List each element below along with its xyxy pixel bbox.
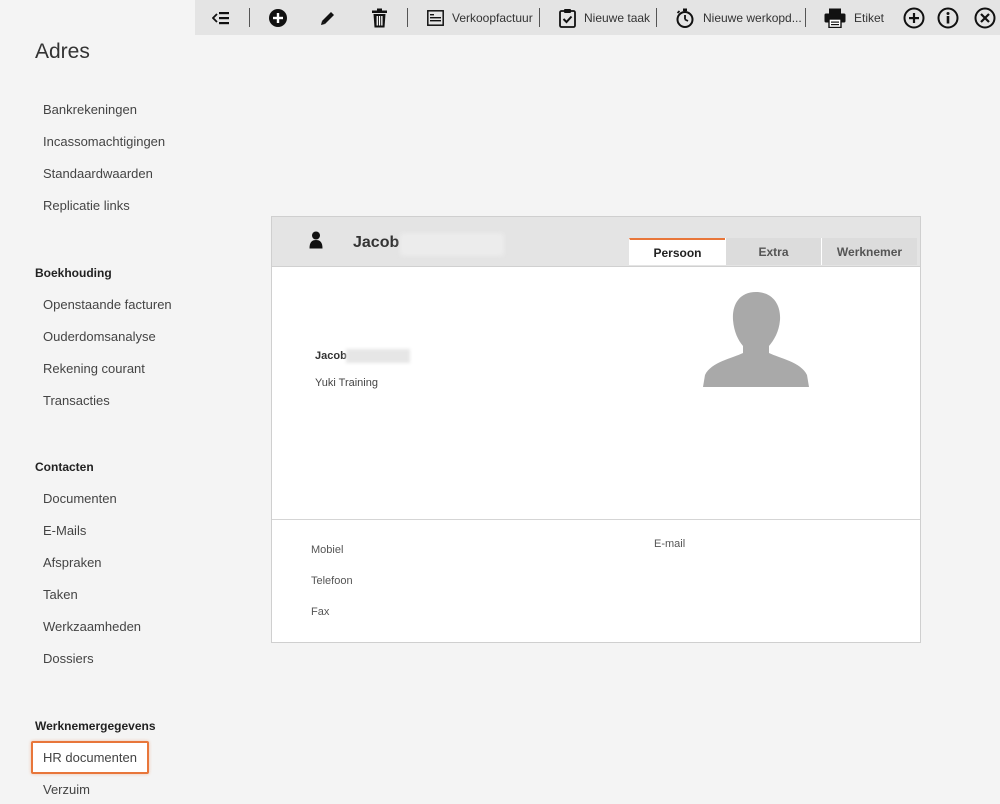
toolbar-separator (249, 8, 250, 27)
sidebar-item-standaardwaarden[interactable]: Standaardwaarden (43, 166, 153, 181)
toolbar-separator (539, 8, 540, 27)
company-name: Yuki Training (315, 377, 378, 389)
sidebar-item-openstaande-facturen[interactable]: Openstaande facturen (43, 297, 172, 312)
sidebar-heading-werknemergegevens: Werknemergegevens (35, 719, 156, 733)
sidebar-item-ouderdomsanalyse[interactable]: Ouderdomsanalyse (43, 329, 156, 344)
sidebar-item-hr-documenten[interactable]: HR documenten (43, 750, 137, 765)
edit-button[interactable] (319, 0, 337, 35)
toolbar: Verkoopfactuur Nieuwe taak Nieuwe werkop… (195, 0, 1000, 35)
sidebar-heading-boekhouding: Boekhouding (35, 266, 112, 280)
sidebar-item-rekening-courant[interactable]: Rekening courant (43, 361, 145, 376)
toolbar-separator (656, 8, 657, 27)
stopwatch-icon (676, 8, 694, 28)
info-icon (937, 7, 959, 28)
toolbar-separator (805, 8, 806, 27)
tab-extra[interactable]: Extra (725, 238, 821, 265)
sidebar-item-werkzaamheden[interactable]: Werkzaamheden (43, 619, 141, 634)
tab-persoon[interactable]: Persoon (629, 238, 725, 265)
add-button[interactable] (268, 0, 288, 35)
delete-button[interactable] (371, 0, 388, 35)
contact-name: Jacob (353, 234, 400, 251)
pencil-icon (321, 11, 334, 25)
printer-icon (824, 8, 846, 28)
menu-collapse-icon (212, 11, 229, 24)
field-fax-label: Fax (311, 606, 330, 618)
sidebar-item-incassomachtigingen[interactable]: Incassomachtigingen (43, 134, 165, 149)
clipboard-check-icon (559, 8, 576, 28)
info-button[interactable] (937, 0, 959, 35)
redacted-surname (400, 233, 504, 256)
nieuwe-werkopdracht-label: Nieuwe werkopd... (703, 10, 802, 25)
add-circle-button[interactable] (903, 0, 925, 35)
avatar-placeholder-icon (703, 292, 809, 387)
collapse-menu-button[interactable] (212, 0, 230, 35)
sidebar-item-e-mails[interactable]: E-Mails (43, 523, 86, 538)
invoice-icon (427, 9, 444, 26)
trash-icon (372, 8, 387, 27)
sidebar-item-bankrekeningen[interactable]: Bankrekeningen (43, 102, 137, 117)
close-circle-icon (974, 7, 996, 28)
sidebar-item-documenten[interactable]: Documenten (43, 491, 117, 506)
sidebar-item-afspraken[interactable]: Afspraken (43, 555, 102, 570)
field-telefoon-label: Telefoon (311, 575, 353, 587)
person-icon (309, 231, 323, 249)
sidebar-item-replicatie-links[interactable]: Replicatie links (43, 198, 130, 213)
etiket-label: Etiket (854, 10, 885, 25)
page-title: Adres (35, 40, 90, 63)
verkoopfactuur-button[interactable]: Verkoopfactuur (427, 0, 533, 35)
plus-circle-icon (269, 8, 287, 27)
toolbar-separator (407, 8, 408, 27)
card-divider (272, 519, 920, 520)
contact-full-name: Jacob (315, 350, 347, 362)
sidebar-item-transacties[interactable]: Transacties (43, 393, 110, 408)
verkoopfactuur-label: Verkoopfactuur (452, 10, 533, 25)
close-button[interactable] (974, 0, 996, 35)
nieuwe-taak-button[interactable]: Nieuwe taak (559, 0, 650, 35)
card-header: Jacob Persoon Extra Werknemer (272, 217, 920, 267)
field-mobiel-label: Mobiel (311, 544, 344, 556)
sidebar-item-dossiers[interactable]: Dossiers (43, 651, 94, 666)
sidebar-item-taken[interactable]: Taken (43, 587, 78, 602)
sidebar-item-verzuim[interactable]: Verzuim (43, 782, 90, 797)
sidebar-heading-contacten: Contacten (35, 460, 94, 474)
redacted-name (346, 349, 410, 363)
nieuwe-werkopdracht-button[interactable]: Nieuwe werkopd... (675, 0, 802, 35)
plus-circle-outline-icon (903, 7, 925, 28)
tab-werknemer[interactable]: Werknemer (821, 238, 917, 265)
field-email-label: E-mail (654, 538, 686, 550)
nieuwe-taak-label: Nieuwe taak (584, 10, 651, 25)
contact-card: Jacob Persoon Extra Werknemer Jacob Yuki… (271, 216, 921, 643)
etiket-button[interactable]: Etiket (824, 0, 884, 35)
